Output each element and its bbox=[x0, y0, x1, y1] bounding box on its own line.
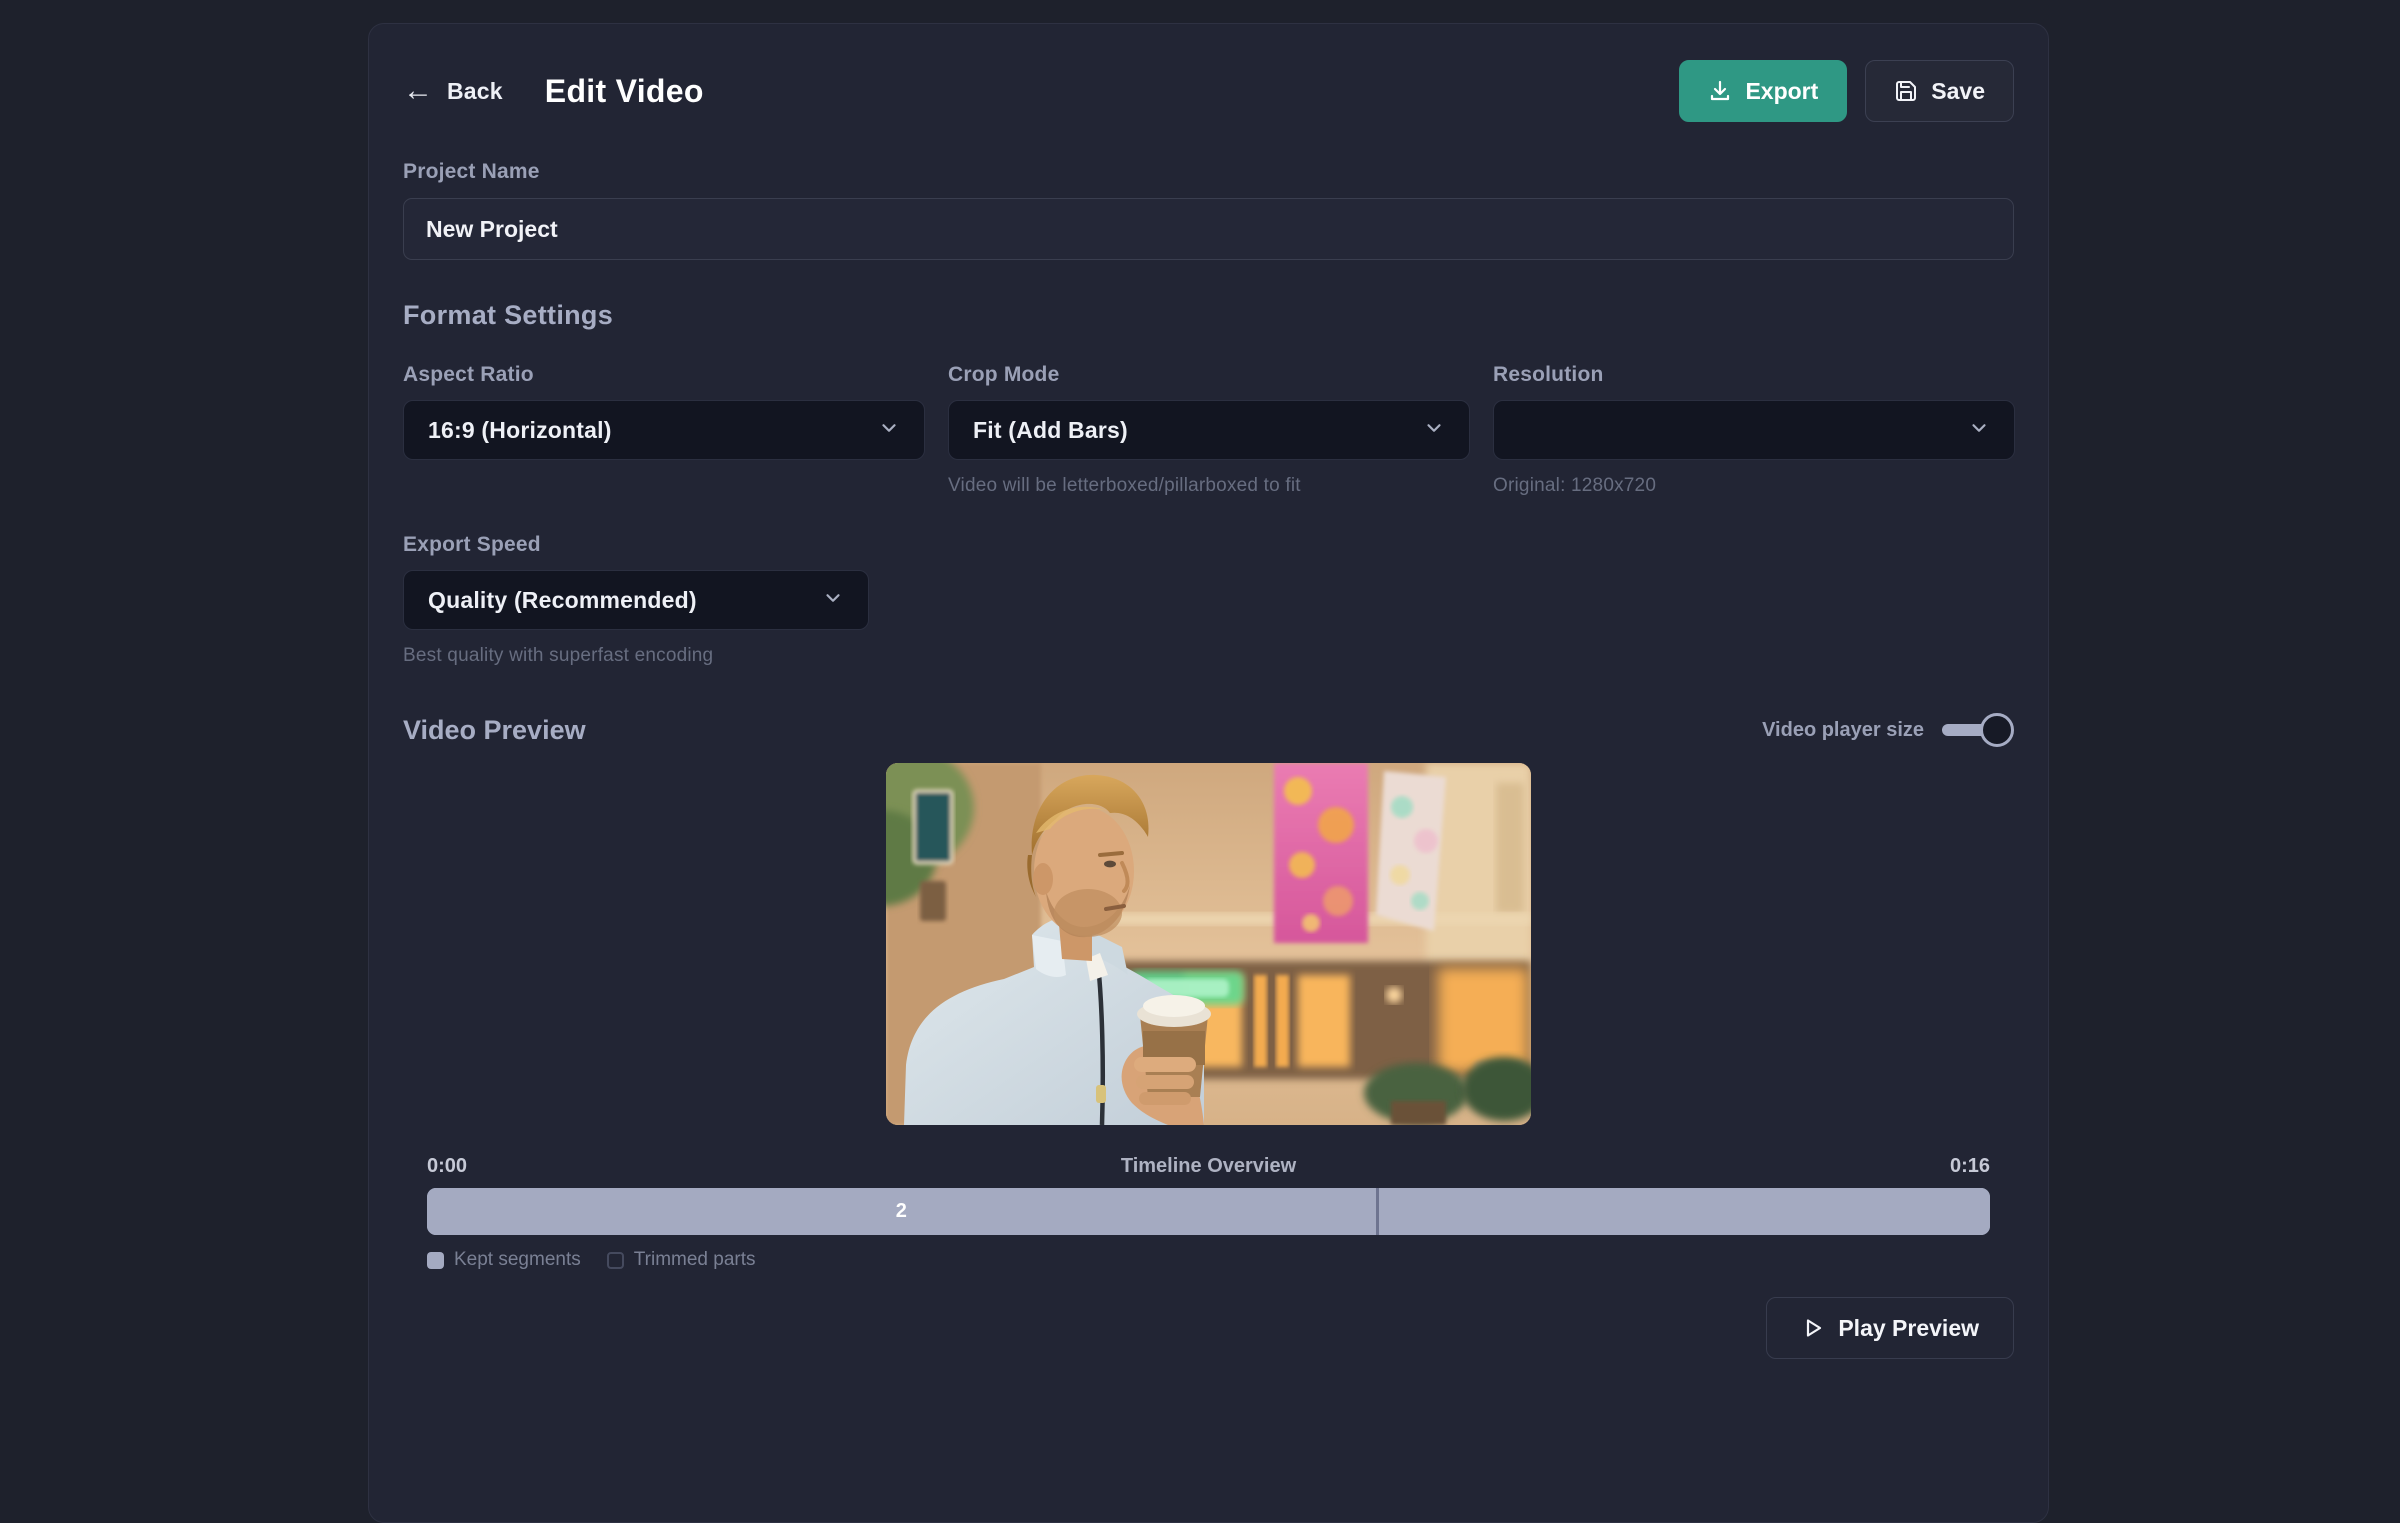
back-button[interactable]: ← Back bbox=[403, 76, 503, 106]
resolution-label: Resolution bbox=[1493, 363, 2015, 387]
export-label: Export bbox=[1745, 78, 1818, 105]
aspect-ratio-select[interactable]: 16:9 (Horizontal) bbox=[403, 400, 925, 460]
project-name-input[interactable] bbox=[403, 198, 2014, 260]
player-size-control: Video player size bbox=[1762, 713, 2014, 747]
aspect-ratio-label: Aspect Ratio bbox=[403, 363, 925, 387]
kept-swatch-icon bbox=[427, 1252, 444, 1269]
save-icon bbox=[1894, 79, 1918, 103]
video-preview-header: Video Preview Video player size bbox=[403, 713, 2014, 747]
edit-video-panel: ← Back Edit Video Export Save Project Na… bbox=[368, 23, 2049, 1523]
resolution-helper: Original: 1280x720 bbox=[1493, 475, 2015, 497]
timeline-labels: 0:00 Timeline Overview 0:16 bbox=[427, 1155, 1990, 1178]
legend-kept: Kept segments bbox=[427, 1249, 581, 1271]
resolution-select[interactable] bbox=[1493, 400, 2015, 460]
chevron-down-icon bbox=[1423, 417, 1445, 444]
video-player[interactable] bbox=[886, 763, 1531, 1125]
back-label: Back bbox=[447, 78, 503, 105]
crop-mode-field: Crop Mode Fit (Add Bars) Video will be l… bbox=[948, 363, 1470, 497]
timeline-bar[interactable]: 2 bbox=[427, 1188, 1990, 1235]
timeline-legend: Kept segments Trimmed parts bbox=[427, 1249, 1990, 1271]
video-frame-art bbox=[886, 763, 1531, 1125]
format-settings-grid: Aspect Ratio 16:9 (Horizontal) Crop Mode… bbox=[403, 363, 2014, 667]
legend-trimmed: Trimmed parts bbox=[607, 1249, 756, 1271]
video-preview-heading: Video Preview bbox=[403, 715, 586, 746]
timeline-end-time: 0:16 bbox=[1950, 1155, 1990, 1178]
timeline-section: 0:00 Timeline Overview 0:16 2 Kept segme… bbox=[403, 1155, 2014, 1271]
chevron-down-icon bbox=[822, 587, 844, 614]
page-title: Edit Video bbox=[545, 73, 704, 110]
export-speed-select[interactable]: Quality (Recommended) bbox=[403, 570, 869, 630]
segment-label: 2 bbox=[896, 1200, 907, 1223]
slider-knob[interactable] bbox=[1980, 713, 2014, 747]
export-button[interactable]: Export bbox=[1679, 60, 1847, 122]
chevron-down-icon bbox=[1968, 417, 1990, 444]
download-icon bbox=[1708, 79, 1732, 103]
player-size-slider[interactable] bbox=[1942, 713, 2014, 747]
export-speed-value: Quality (Recommended) bbox=[428, 587, 697, 614]
back-arrow-icon: ← bbox=[403, 76, 433, 106]
save-label: Save bbox=[1931, 78, 1985, 105]
timeline-segment[interactable] bbox=[1376, 1188, 1990, 1235]
player-size-label: Video player size bbox=[1762, 719, 1924, 742]
timeline-title: Timeline Overview bbox=[467, 1155, 1950, 1178]
chevron-down-icon bbox=[878, 417, 900, 444]
crop-mode-label: Crop Mode bbox=[948, 363, 1470, 387]
project-name-label: Project Name bbox=[403, 160, 2014, 184]
export-speed-helper: Best quality with superfast encoding bbox=[403, 645, 925, 667]
trimmed-swatch-icon bbox=[607, 1252, 624, 1269]
timeline-start-time: 0:00 bbox=[427, 1155, 467, 1178]
legend-trimmed-label: Trimmed parts bbox=[634, 1249, 756, 1271]
format-settings-heading: Format Settings bbox=[403, 300, 2014, 331]
crop-mode-value: Fit (Add Bars) bbox=[973, 417, 1128, 444]
resolution-field: Resolution Original: 1280x720 bbox=[1493, 363, 2015, 497]
aspect-ratio-field: Aspect Ratio 16:9 (Horizontal) bbox=[403, 363, 925, 497]
timeline-segment[interactable]: 2 bbox=[427, 1188, 1376, 1235]
export-speed-label: Export Speed bbox=[403, 533, 925, 557]
header: ← Back Edit Video Export Save bbox=[403, 60, 2014, 122]
legend-kept-label: Kept segments bbox=[454, 1249, 581, 1271]
aspect-ratio-value: 16:9 (Horizontal) bbox=[428, 417, 612, 444]
export-speed-field: Export Speed Quality (Recommended) Best … bbox=[403, 533, 925, 667]
crop-mode-select[interactable]: Fit (Add Bars) bbox=[948, 400, 1470, 460]
play-icon bbox=[1801, 1316, 1825, 1340]
play-preview-label: Play Preview bbox=[1838, 1315, 1979, 1342]
crop-mode-helper: Video will be letterboxed/pillarboxed to… bbox=[948, 475, 1470, 497]
save-button[interactable]: Save bbox=[1865, 60, 2014, 122]
